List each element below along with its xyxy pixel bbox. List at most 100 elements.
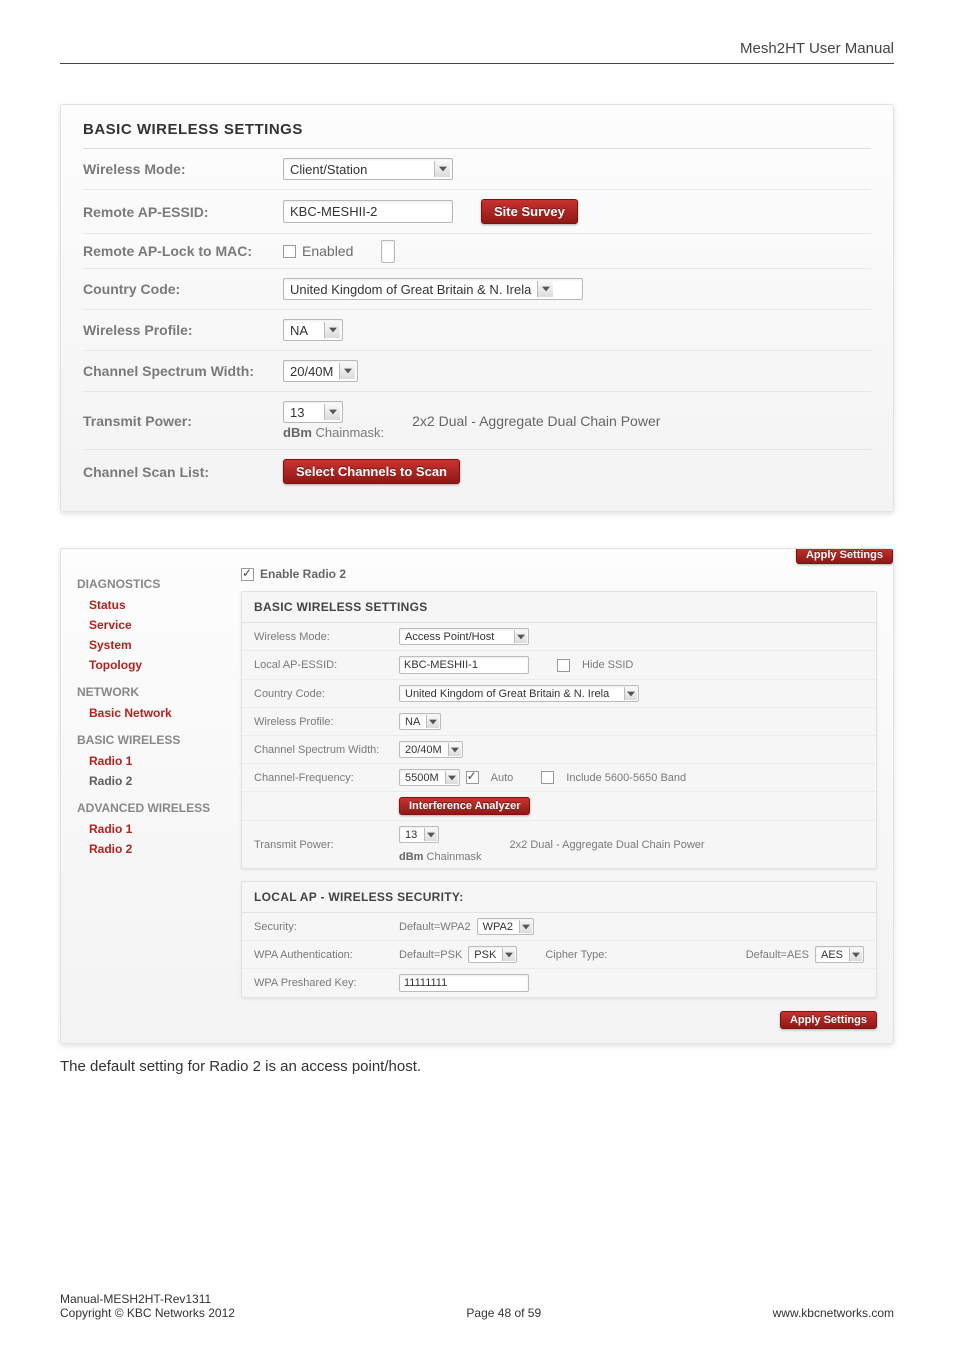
- bws-country-code-label: Country Code:: [254, 688, 399, 700]
- header-rule: [60, 63, 894, 64]
- apply-settings-button-top[interactable]: Apply Settings: [796, 548, 893, 564]
- sidebar-item-bw-radio2[interactable]: Radio 2: [77, 771, 219, 791]
- wireless-profile-value: NA: [290, 323, 308, 338]
- apply-settings-button-bottom[interactable]: Apply Settings: [780, 1011, 877, 1029]
- sec-row-wpa-auth: WPA Authentication: Default=PSK PSK Ciph…: [242, 941, 876, 969]
- chevron-down-icon: [519, 920, 532, 933]
- chevron-down-icon: [448, 743, 461, 756]
- radio2-config-panel: DIAGNOSTICS Status Service System Topolo…: [60, 548, 894, 1044]
- wireless-mode-label: Wireless Mode:: [83, 161, 283, 177]
- remote-ap-essid-input[interactable]: KBC-MESHII-2: [283, 200, 453, 223]
- sec-cipher-prefix: Default=AES: [746, 949, 809, 961]
- remote-ap-lock-input[interactable]: [381, 240, 395, 263]
- chainmask-label: dBm Chainmask:: [283, 425, 384, 440]
- sec-security-select[interactable]: WPA2: [477, 918, 534, 935]
- chevron-down-icon: [324, 404, 340, 420]
- bws-cf-select[interactable]: 5500M: [399, 769, 460, 786]
- cf-band-checkbox[interactable]: [541, 771, 554, 784]
- hide-ssid-label: Hide SSID: [582, 659, 633, 671]
- chevron-down-icon: [434, 161, 450, 177]
- sidebar-item-service[interactable]: Service: [77, 615, 219, 635]
- sec-wpa-auth-select[interactable]: PSK: [468, 946, 517, 963]
- bws-row-cf: Channel-Frequency: 5500M Auto Include 56…: [242, 764, 876, 792]
- sidebar-item-topology[interactable]: Topology: [77, 655, 219, 675]
- bws-wireless-profile-label: Wireless Profile:: [254, 716, 399, 728]
- chevron-down-icon: [514, 630, 527, 643]
- cf-band-label: Include 5600-5650 Band: [566, 772, 686, 784]
- bws-inner-panel: BASIC WIRELESS SETTINGS Wireless Mode: A…: [241, 591, 877, 869]
- country-code-label: Country Code:: [83, 281, 283, 297]
- footer-copyright: Copyright © KBC Networks 2012: [60, 1306, 235, 1320]
- bws-chainmask-label: dBm Chainmask: [399, 851, 482, 863]
- sec-security-value: WPA2: [483, 921, 513, 933]
- wireless-mode-select[interactable]: Client/Station: [283, 158, 453, 180]
- tx-power-note: 2x2 Dual - Aggregate Dual Chain Power: [412, 413, 660, 429]
- bws-tx-power-select[interactable]: 13: [399, 826, 439, 843]
- bws-country-code-select[interactable]: United Kingdom of Great Britain & N. Ire…: [399, 685, 639, 702]
- bws-row-tx-power: Transmit Power: 13 dBm Chainmask 2x2 Dua…: [242, 821, 876, 868]
- bws-wireless-profile-value: NA: [405, 716, 420, 728]
- country-code-select[interactable]: United Kingdom of Great Britain & N. Ire…: [283, 278, 583, 300]
- cf-auto-checkbox[interactable]: [466, 771, 479, 784]
- site-survey-button[interactable]: Site Survey: [481, 199, 578, 224]
- bws-wireless-profile-select[interactable]: NA: [399, 713, 441, 730]
- bws-tx-power-label: Transmit Power:: [254, 839, 399, 851]
- sec-preshared-label: WPA Preshared Key:: [254, 977, 399, 989]
- sec-title: LOCAL AP - WIRELESS SECURITY:: [242, 882, 876, 913]
- row-remote-ap-lock: Remote AP-Lock to MAC: Enabled: [83, 234, 871, 269]
- bws-cf-label: Channel-Frequency:: [254, 772, 399, 784]
- bws-csw-label: Channel Spectrum Width:: [254, 744, 399, 756]
- remote-ap-lock-checkbox[interactable]: [283, 245, 296, 258]
- doc-header: Mesh2HT User Manual: [60, 40, 894, 74]
- chevron-down-icon: [537, 281, 553, 297]
- select-channels-button[interactable]: Select Channels to Scan: [283, 459, 460, 484]
- wireless-profile-label: Wireless Profile:: [83, 322, 283, 338]
- sidebar-item-aw-radio2[interactable]: Radio 2: [77, 839, 219, 859]
- bws-row-wireless-mode: Wireless Mode: Access Point/Host: [242, 623, 876, 651]
- hide-ssid-checkbox[interactable]: [557, 659, 570, 672]
- sec-row-preshared: WPA Preshared Key: 11111111: [242, 969, 876, 997]
- sec-cipher-value: AES: [821, 949, 843, 961]
- sidebar: DIAGNOSTICS Status Service System Topolo…: [61, 549, 231, 1043]
- bws-csw-select[interactable]: 20/40M: [399, 741, 463, 758]
- chevron-down-icon: [502, 948, 515, 961]
- chevron-down-icon: [624, 687, 637, 700]
- bws-wireless-mode-value: Access Point/Host: [405, 631, 494, 643]
- bws-row-ia: Interference Analyzer: [242, 792, 876, 821]
- page-footer: Manual-MESH2HT-Rev1311 Copyright © KBC N…: [60, 1292, 894, 1320]
- sidebar-group-adv-wireless: ADVANCED WIRELESS: [77, 801, 219, 815]
- csw-value: 20/40M: [290, 364, 333, 379]
- sidebar-item-bw-radio1[interactable]: Radio 1: [77, 751, 219, 771]
- sec-preshared-input[interactable]: 11111111: [399, 974, 529, 992]
- bws-tx-power-note: 2x2 Dual - Aggregate Dual Chain Power: [510, 839, 705, 851]
- chevron-down-icon: [339, 363, 355, 379]
- wireless-profile-select[interactable]: NA: [283, 319, 343, 341]
- interference-analyzer-button[interactable]: Interference Analyzer: [399, 797, 530, 815]
- enable-radio2-checkbox[interactable]: [241, 568, 254, 581]
- footer-page: Page 48 of 59: [466, 1306, 541, 1320]
- csw-select[interactable]: 20/40M: [283, 360, 358, 382]
- chevron-down-icon: [849, 948, 862, 961]
- bws-cf-value: 5500M: [405, 772, 439, 784]
- sidebar-item-status[interactable]: Status: [77, 595, 219, 615]
- sec-cipher-select[interactable]: AES: [815, 946, 864, 963]
- bws-wireless-mode-select[interactable]: Access Point/Host: [399, 628, 529, 645]
- sidebar-item-aw-radio1[interactable]: Radio 1: [77, 819, 219, 839]
- row-wireless-mode: Wireless Mode: Client/Station: [83, 149, 871, 190]
- security-inner-panel: LOCAL AP - WIRELESS SECURITY: Security: …: [241, 881, 877, 998]
- sec-wpa-auth-label: WPA Authentication:: [254, 949, 399, 961]
- sidebar-item-basic-network[interactable]: Basic Network: [77, 703, 219, 723]
- footer-line1: Manual-MESH2HT-Rev1311: [60, 1292, 894, 1306]
- enable-radio2-label: Enable Radio 2: [260, 567, 346, 581]
- tx-power-select[interactable]: 13: [283, 401, 343, 423]
- bws-local-ap-essid-label: Local AP-ESSID:: [254, 659, 399, 671]
- panel1-title: BASIC WIRELESS SETTINGS: [83, 121, 871, 149]
- row-tx-power: Transmit Power: 13 dBm Chainmask: 2x2 Du…: [83, 392, 871, 450]
- basic-wireless-panel-1: BASIC WIRELESS SETTINGS Wireless Mode: C…: [60, 104, 894, 512]
- chevron-down-icon: [445, 771, 458, 784]
- bws-row-country-code: Country Code: United Kingdom of Great Br…: [242, 680, 876, 708]
- bws-local-ap-essid-input[interactable]: KBC-MESHII-1: [399, 656, 529, 674]
- bws-wireless-mode-label: Wireless Mode:: [254, 631, 399, 643]
- row-csw: Channel Spectrum Width: 20/40M: [83, 351, 871, 392]
- sidebar-item-system[interactable]: System: [77, 635, 219, 655]
